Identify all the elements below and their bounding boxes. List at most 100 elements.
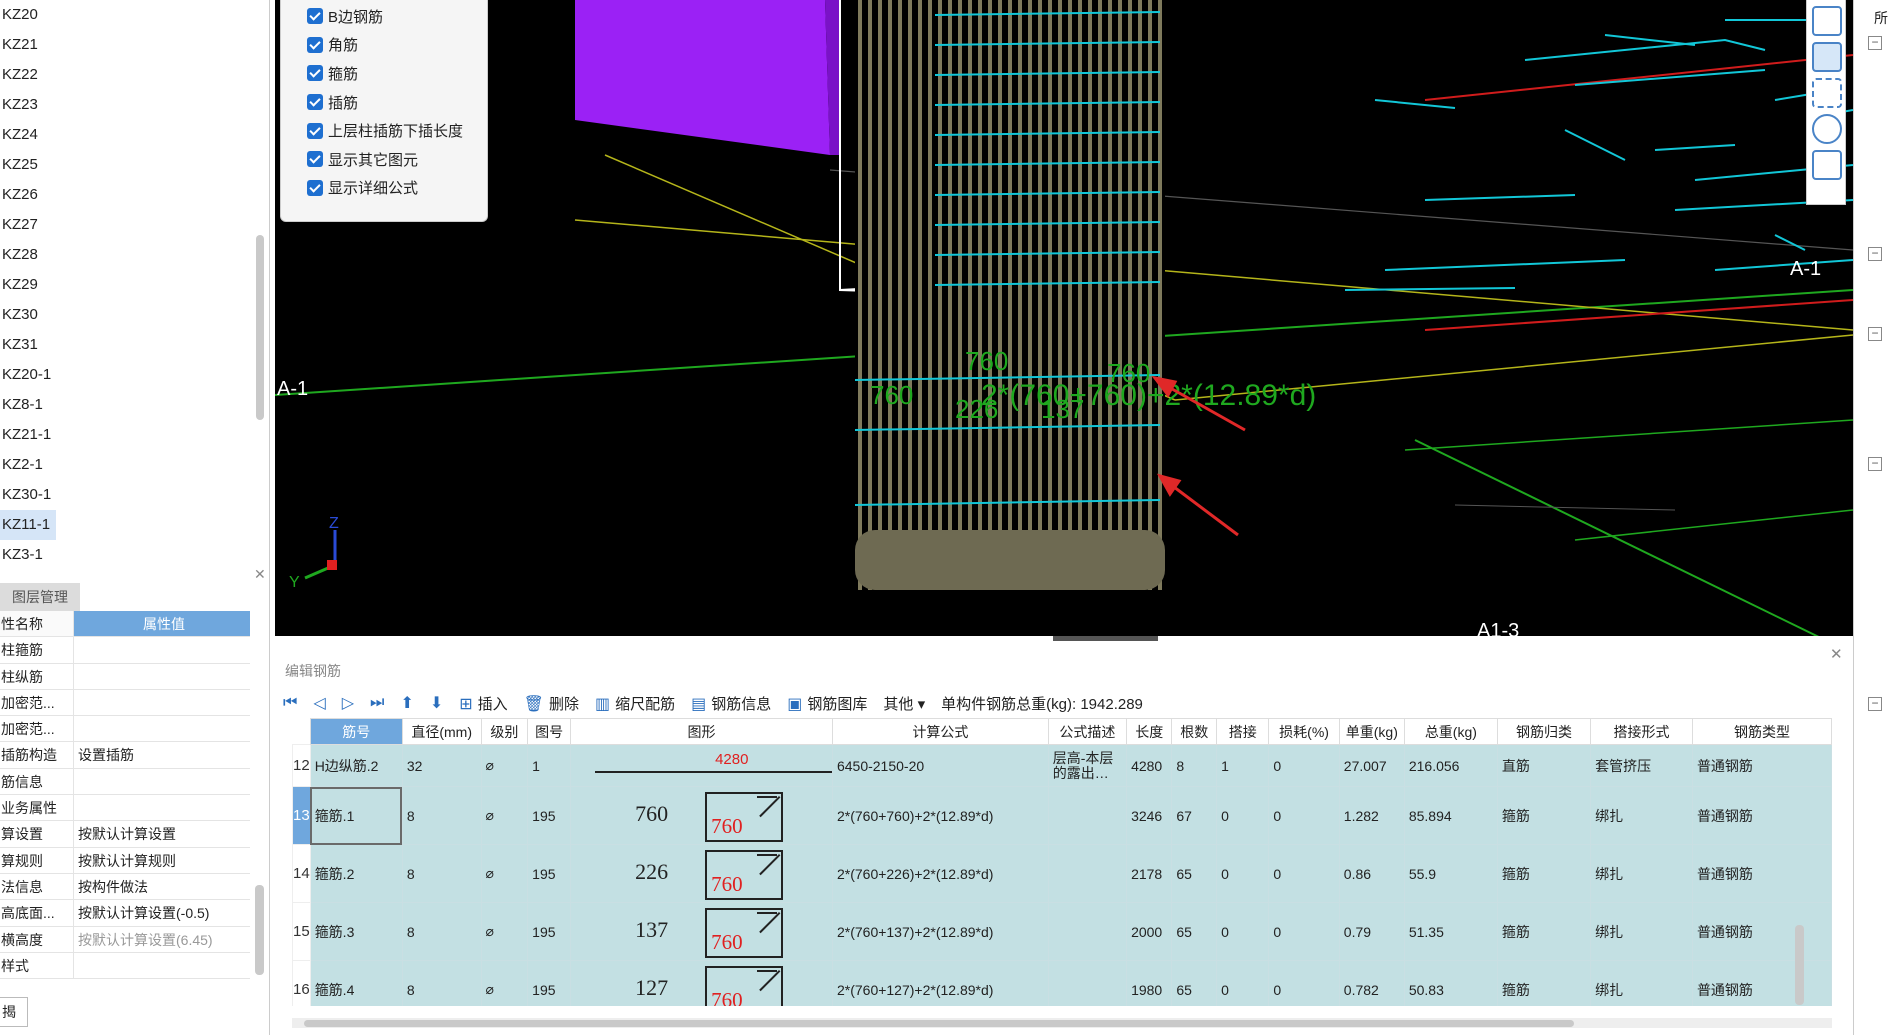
- row-number[interactable]: 15: [292, 902, 311, 961]
- shape-cell[interactable]: 760 760: [570, 786, 833, 845]
- row-number[interactable]: 14: [292, 844, 311, 903]
- cell-unit[interactable]: 1.282: [1338, 786, 1405, 845]
- cell-d[interactable]: 8: [401, 844, 482, 903]
- horizontal-scrollbar[interactable]: [292, 1018, 1832, 1028]
- list-scrollbar[interactable]: [256, 235, 264, 420]
- shape-cell[interactable]: 226 760: [570, 844, 833, 903]
- cell-lap[interactable]: 0: [1216, 960, 1270, 1006]
- cell-formula[interactable]: 2*(760+137)+2*(12.89*d): [831, 902, 1049, 961]
- column-header[interactable]: 长度: [1126, 718, 1173, 745]
- property-value[interactable]: 按默认计算设置: [74, 821, 250, 846]
- cell-d[interactable]: 8: [401, 902, 482, 961]
- checkbox-checked-icon[interactable]: [307, 151, 323, 168]
- cell-desc[interactable]: [1047, 786, 1128, 845]
- cell-formula[interactable]: 6450-2150-20: [831, 744, 1049, 787]
- prev-icon[interactable]: ◁: [313, 693, 325, 713]
- column-header[interactable]: 损耗(%): [1268, 718, 1340, 745]
- cell-loss[interactable]: 0: [1268, 902, 1340, 961]
- component-item[interactable]: KZ24: [0, 120, 268, 150]
- property-value[interactable]: 按构件做法: [74, 874, 250, 899]
- table-row[interactable]: 12 H边纵筋.2 32 ⌀ 1 4280 6450-2150-20 层高-本层的露出… 428…: [292, 744, 1832, 787]
- collapse-icon[interactable]: −: [1868, 36, 1882, 50]
- cell-d[interactable]: 32: [401, 744, 482, 787]
- cell-total[interactable]: 51.35: [1403, 902, 1498, 961]
- cell-lap[interactable]: 0: [1216, 844, 1270, 903]
- cell-total[interactable]: 50.83: [1403, 960, 1498, 1006]
- collapse-icon[interactable]: −: [1868, 327, 1882, 341]
- property-value[interactable]: [74, 953, 250, 978]
- cell-total[interactable]: 216.056: [1403, 744, 1498, 787]
- display-option-checkbox[interactable]: B边钢筋: [281, 2, 487, 31]
- row-number[interactable]: 16: [292, 960, 311, 1006]
- checkbox-checked-icon[interactable]: [307, 94, 323, 111]
- property-value[interactable]: 按默认计算规则: [74, 848, 250, 873]
- cell-total[interactable]: 85.894: [1403, 786, 1498, 845]
- cell-cnt[interactable]: 67: [1171, 786, 1218, 845]
- cell-fig[interactable]: 195: [527, 786, 572, 845]
- cell-cnt[interactable]: 65: [1171, 844, 1218, 903]
- cell-cls[interactable]: 箍筋: [1496, 960, 1592, 1006]
- cell-desc[interactable]: [1047, 844, 1128, 903]
- cell-loss[interactable]: 0: [1268, 786, 1340, 845]
- close-icon[interactable]: ✕: [1830, 645, 1843, 663]
- cell-lapform[interactable]: 绑扎: [1590, 902, 1693, 961]
- cell-cls[interactable]: 箍筋: [1496, 902, 1592, 961]
- cell-d[interactable]: 8: [401, 786, 482, 845]
- cell-formula[interactable]: 2*(760+760)+2*(12.89*d): [831, 786, 1049, 845]
- cell-formula[interactable]: 2*(760+127)+2*(12.89*d): [831, 960, 1049, 1006]
- column-header[interactable]: 钢筋归类: [1496, 718, 1592, 745]
- column-header[interactable]: 搭接形式: [1590, 718, 1693, 745]
- cell-cnt[interactable]: 8: [1171, 744, 1218, 787]
- component-item[interactable]: KZ28: [0, 240, 268, 270]
- checkbox-checked-icon[interactable]: [307, 8, 323, 25]
- checkbox-checked-icon[interactable]: [307, 122, 323, 139]
- cell-grade[interactable]: ⌀: [480, 844, 529, 903]
- property-row[interactable]: 算设置 按默认计算设置: [0, 821, 250, 848]
- property-value[interactable]: 按默认计算设置(6.45): [74, 927, 250, 952]
- component-item[interactable]: KZ11-1: [0, 510, 56, 540]
- delete-button[interactable]: 🗑 删除: [524, 693, 579, 714]
- collapse-icon[interactable]: −: [1868, 457, 1882, 471]
- component-item[interactable]: KZ8-1: [0, 390, 268, 420]
- property-row[interactable]: 柱箍筋: [0, 637, 250, 664]
- property-value[interactable]: 按默认计算设置(-0.5): [74, 900, 250, 925]
- table-scrollbar[interactable]: [1795, 925, 1804, 1005]
- cell-lapform[interactable]: 套管挤压: [1590, 744, 1693, 787]
- property-row[interactable]: 法信息 按构件做法: [0, 873, 250, 901]
- column-header[interactable]: 搭接: [1216, 718, 1270, 745]
- property-value[interactable]: [74, 664, 250, 689]
- cell-grade[interactable]: ⌀: [480, 786, 529, 845]
- column-header[interactable]: 公式描述: [1047, 718, 1128, 745]
- move-up-icon[interactable]: ⬆: [400, 693, 413, 713]
- cell-type[interactable]: 普通钢筋: [1691, 786, 1832, 845]
- display-option-checkbox[interactable]: 显示详细公式: [281, 174, 487, 203]
- cell-lap[interactable]: 0: [1216, 786, 1270, 845]
- cell-name[interactable]: 箍筋.4: [309, 960, 403, 1006]
- cell-formula[interactable]: 2*(760+226)+2*(12.89*d): [831, 844, 1049, 903]
- component-item[interactable]: KZ23: [0, 90, 268, 120]
- cell-len[interactable]: 1980: [1126, 960, 1173, 1006]
- column-header[interactable]: 级别: [480, 718, 529, 745]
- cell-type[interactable]: 普通钢筋: [1691, 844, 1832, 903]
- cell-lapform[interactable]: 绑扎: [1590, 844, 1693, 903]
- cell-name[interactable]: H边纵筋.2: [309, 744, 403, 787]
- table-row[interactable]: 13 箍筋.1 8 ⌀ 195 760 760 2*(760+760)+2*(12.89*d)…: [292, 786, 1832, 845]
- property-value[interactable]: [74, 769, 250, 794]
- properties-scrollbar[interactable]: [255, 885, 264, 975]
- first-icon[interactable]: ⏮: [283, 694, 297, 712]
- checkbox-checked-icon[interactable]: [307, 65, 323, 82]
- cell-len[interactable]: 2000: [1126, 902, 1173, 961]
- cell-fig[interactable]: 1: [527, 744, 572, 787]
- cell-loss[interactable]: 0: [1268, 960, 1340, 1006]
- cell-lapform[interactable]: 绑扎: [1590, 786, 1693, 845]
- tab-layer-management[interactable]: 图层管理: [0, 583, 80, 611]
- column-header[interactable]: 钢筋类型: [1691, 718, 1832, 745]
- cell-d[interactable]: 8: [401, 960, 482, 1006]
- cell-unit[interactable]: 0.86: [1338, 844, 1405, 903]
- cell-cls[interactable]: 箍筋: [1496, 786, 1592, 845]
- insert-button[interactable]: ⊞ 插入: [459, 693, 507, 714]
- collapse-icon[interactable]: −: [1868, 697, 1882, 711]
- component-item[interactable]: KZ3-1: [0, 540, 268, 563]
- cell-name[interactable]: 箍筋.2: [309, 844, 403, 903]
- checkbox-checked-icon[interactable]: [307, 36, 323, 53]
